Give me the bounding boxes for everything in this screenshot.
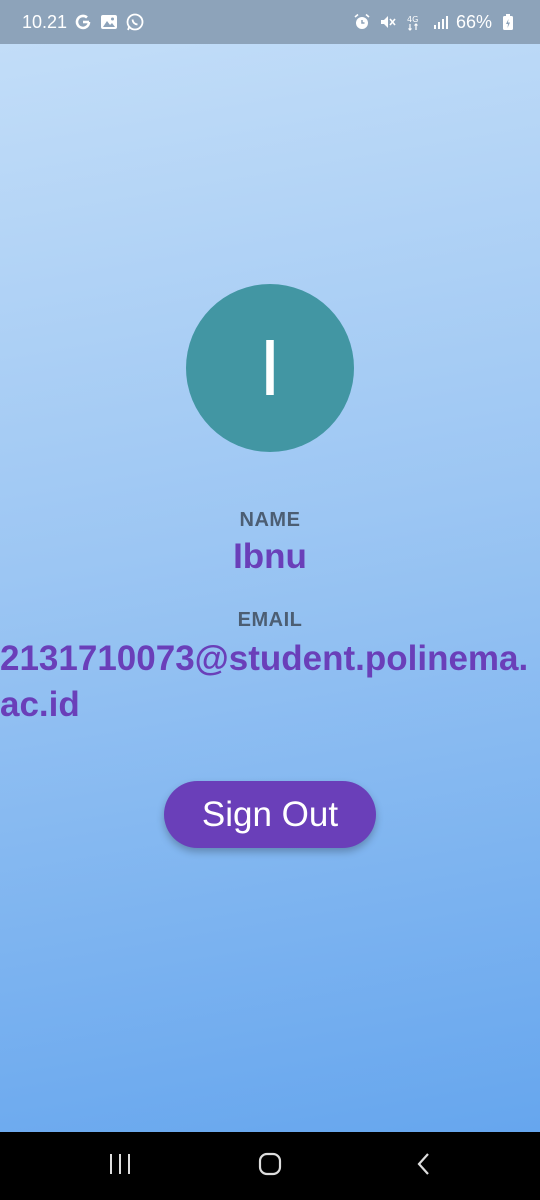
status-time: 10.21 — [22, 11, 68, 32]
gallery-icon — [99, 12, 119, 32]
sign-out-button[interactable]: Sign Out — [164, 781, 376, 848]
avatar: I — [186, 284, 354, 452]
google-icon — [73, 12, 93, 32]
recents-button[interactable] — [90, 1146, 150, 1186]
back-icon — [411, 1152, 437, 1181]
back-button[interactable] — [394, 1146, 454, 1186]
alarm-icon — [352, 12, 372, 32]
svg-text:4G: 4G — [407, 15, 418, 24]
name-label: NAME — [239, 509, 301, 531]
battery-icon — [498, 12, 518, 32]
mute-icon — [378, 12, 398, 32]
avatar-initial: I — [258, 323, 282, 412]
status-bar: 10.21 4G 66% — [0, 0, 540, 44]
navigation-bar — [0, 1132, 540, 1200]
status-bar-right: 4G 66% — [352, 12, 518, 33]
battery-percent: 66% — [455, 11, 492, 32]
email-value: 2131710073@student.polinema.ac.id — [0, 639, 529, 724]
profile-screen: I NAME Ibnu EMAIL 2131710073@student.pol… — [0, 44, 540, 1132]
home-icon — [257, 1152, 283, 1181]
status-bar-left: 10.21 — [22, 12, 145, 33]
name-value: Ibnu — [233, 537, 307, 576]
home-button[interactable] — [240, 1146, 300, 1186]
4g-icon: 4G — [404, 12, 424, 32]
email-label: EMAIL — [237, 609, 303, 631]
recents-icon — [107, 1152, 133, 1181]
whatsapp-icon — [125, 12, 145, 32]
signal-icon — [430, 12, 450, 32]
